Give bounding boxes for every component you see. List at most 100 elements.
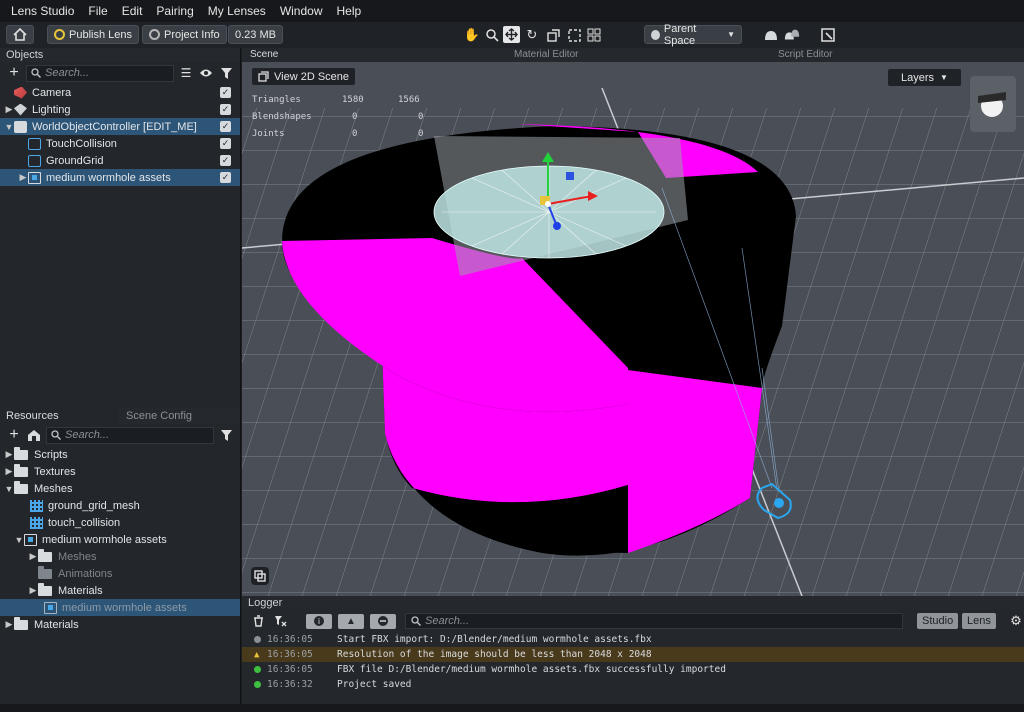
visibility-checkbox[interactable]: ✓ [220, 155, 231, 166]
search-icon [31, 68, 41, 78]
add-resource-icon[interactable]: + [6, 426, 22, 443]
resource-row-sub-materials[interactable]: ▶ Materials [0, 582, 240, 599]
objects-panel: Objects + Search... ☰ Camera ✓ ▶ Lightin… [0, 48, 241, 408]
success-dot-icon [254, 666, 261, 673]
visibility-checkbox[interactable]: ✓ [220, 172, 231, 183]
send-to-device-icon[interactable] [820, 27, 836, 43]
visibility-checkbox[interactable]: ✓ [220, 138, 231, 149]
eye-icon[interactable] [198, 65, 214, 81]
visibility-checkbox[interactable]: ✓ [220, 87, 231, 98]
tree-row-world-object-controller[interactable]: ▼ WorldObjectController [EDIT_ME] ✓ [0, 118, 240, 135]
logger-search-placeholder: Search... [425, 615, 470, 627]
resource-row-ground-grid-mesh[interactable]: ground_grid_mesh [0, 497, 240, 514]
tab-scene[interactable]: Scene [242, 48, 506, 62]
tree-label: Camera [32, 86, 72, 99]
folder-icon [14, 616, 28, 630]
gear-icon[interactable]: ⚙ [1008, 613, 1024, 629]
move-tool-icon[interactable] [503, 26, 520, 43]
tree-row-ground-grid[interactable]: GroundGrid ✓ [0, 152, 240, 169]
warning-filter-button[interactable]: ▲ [338, 613, 364, 629]
select-tool-icon[interactable] [484, 27, 500, 43]
menu-pairing[interactable]: Pairing [149, 4, 200, 18]
tree-row-medium-wormhole-assets[interactable]: ▶ medium wormhole assets ✓ [0, 169, 240, 186]
collapse-caret-icon[interactable]: ▼ [4, 484, 14, 494]
viewport-options-icon[interactable] [251, 567, 269, 585]
expand-caret-icon[interactable]: ▶ [18, 172, 28, 183]
filter-icon[interactable] [218, 427, 234, 443]
error-filter-button[interactable] [370, 613, 396, 629]
rect-tool-icon[interactable] [566, 27, 582, 43]
resource-row-textures[interactable]: ▶ Textures [0, 463, 240, 480]
tree-label: GroundGrid [46, 154, 104, 167]
tree-row-lighting[interactable]: ▶ Lighting ✓ [0, 101, 240, 118]
tree-row-camera[interactable]: Camera ✓ [0, 84, 240, 101]
publish-lens-label: Publish Lens [69, 28, 132, 41]
lens-filter-button[interactable]: Lens [962, 613, 996, 629]
resources-search-row: + Search... [0, 424, 240, 446]
clear-filter-icon[interactable] [272, 613, 288, 629]
folder-icon [14, 480, 28, 494]
add-object-icon[interactable]: + [6, 64, 22, 81]
scale-tool-icon[interactable] [545, 27, 561, 43]
tab-material-editor[interactable]: Material Editor [506, 48, 770, 62]
resources-search-input[interactable]: Search... [46, 426, 214, 444]
resource-row-sub-meshes[interactable]: ▶ Meshes [0, 548, 240, 565]
collapse-caret-icon[interactable]: ▼ [4, 122, 14, 132]
preview-icon[interactable] [763, 27, 779, 43]
list-view-icon[interactable]: ☰ [178, 65, 194, 81]
filter-icon[interactable] [218, 65, 234, 81]
resource-row-materials[interactable]: ▶ Materials [0, 616, 240, 633]
rotate-tool-icon[interactable]: ↻ [524, 27, 540, 43]
expand-caret-icon[interactable]: ▶ [4, 449, 14, 460]
menu-my-lenses[interactable]: My Lenses [201, 4, 273, 18]
hand-tool-icon[interactable]: ✋ [464, 27, 480, 43]
search-icon [51, 430, 61, 440]
logger-search-input[interactable]: Search... [405, 613, 903, 629]
import-icon[interactable] [26, 427, 42, 443]
resource-row-meshes[interactable]: ▼ Meshes [0, 480, 240, 497]
resource-label: Meshes [34, 482, 73, 495]
tree-row-touch-collision[interactable]: TouchCollision ✓ [0, 135, 240, 152]
snap-tool-icon[interactable] [586, 27, 602, 43]
expand-caret-icon[interactable]: ▶ [28, 551, 38, 562]
publish-lens-button[interactable]: Publish Lens [47, 25, 139, 44]
studio-filter-button[interactable]: Studio [917, 613, 959, 629]
camera-icon [14, 86, 27, 99]
mesh-cube-icon [28, 154, 41, 167]
menu-edit[interactable]: Edit [115, 4, 150, 18]
visibility-checkbox[interactable]: ✓ [220, 104, 231, 115]
trash-icon[interactable] [250, 613, 266, 629]
multi-preview-icon[interactable] [784, 27, 800, 43]
resource-row-medium-wormhole-assets[interactable]: ▼ medium wormhole assets [0, 531, 240, 548]
success-dot-icon [254, 681, 261, 688]
project-info-button[interactable]: Project Info [142, 25, 227, 44]
tab-resources[interactable]: Resources [0, 408, 118, 424]
view-2d-scene-button[interactable]: View 2D Scene [252, 68, 356, 85]
expand-caret-icon[interactable]: ▶ [28, 585, 38, 596]
expand-caret-icon[interactable]: ▶ [4, 619, 14, 630]
parent-space-dropdown[interactable]: Parent Space ▼ [644, 23, 742, 47]
resource-row-animations[interactable]: Animations [0, 565, 240, 582]
menu-window[interactable]: Window [273, 4, 330, 18]
info-filter-button[interactable]: i [306, 613, 332, 629]
tab-script-editor[interactable]: Script Editor [770, 48, 1024, 62]
expand-caret-icon[interactable]: ▶ [4, 466, 14, 477]
expand-caret-icon[interactable]: ▶ [4, 104, 14, 115]
space-icon [651, 29, 660, 40]
resource-row-scripts[interactable]: ▶ Scripts [0, 446, 240, 463]
menu-help[interactable]: Help [330, 4, 369, 18]
resource-label: touch_collision [48, 516, 121, 529]
layers-dropdown[interactable]: Layers ▼ [888, 69, 961, 86]
resource-row-touch-collision[interactable]: touch_collision [0, 514, 240, 531]
menu-app[interactable]: Lens Studio [4, 4, 81, 18]
tab-scene-config[interactable]: Scene Config [118, 408, 192, 424]
collapse-caret-icon[interactable]: ▼ [14, 535, 24, 545]
visibility-checkbox[interactable]: ✓ [220, 121, 231, 132]
view-orientation-gizmo[interactable] [970, 76, 1016, 132]
resource-row-wormhole-prefab[interactable]: medium wormhole assets [0, 599, 240, 616]
log-line: 16:36:32 Project saved [242, 677, 1024, 692]
objects-search-input[interactable]: Search... [26, 64, 174, 82]
home-button[interactable] [6, 25, 34, 44]
folder-icon [38, 582, 52, 596]
menu-file[interactable]: File [81, 4, 114, 18]
